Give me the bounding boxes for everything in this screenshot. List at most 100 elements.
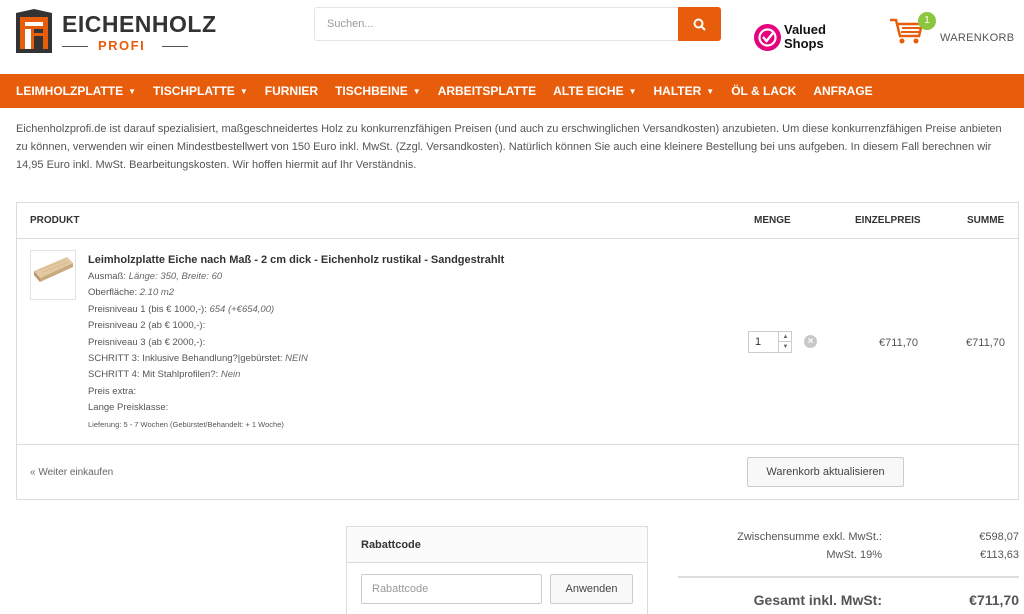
logo-name: EICHENHOLZ [62,11,217,37]
nav-item-label: ARBEITSPLATTE [437,84,537,98]
site-logo[interactable]: EICHENHOLZ PROFI [16,9,216,57]
valued-shops-icon [754,24,781,51]
logo-line-right [162,46,188,47]
nav-item-tischplatte[interactable]: TISCHPLATTE ▼ [153,84,248,98]
product-attribute: Lange Preisklasse: [88,400,648,416]
product-attribute: Ausmaß: Länge: 350, Breite: 60 [88,269,648,285]
update-cart-button[interactable]: Warenkorb aktualisieren [747,457,904,487]
intro-text: Eichenholzprofi.de ist darauf spezialisi… [16,123,1002,171]
col-header-product: PRODUKT [30,215,80,226]
nav-item-halter[interactable]: HALTER ▼ [654,84,715,98]
valued-shops-text: Valued Shops [784,23,826,51]
apply-coupon-button[interactable]: Anwenden [550,574,633,604]
logo-line-left [62,46,88,47]
coupon-header: Rabattcode [347,527,647,563]
qty-up-arrow-icon[interactable]: ▲ [778,332,792,342]
col-header-unit-price: EINZELPREIS [855,215,921,226]
line-sum: €711,70 [966,337,1005,349]
attribute-label: SCHRITT 3: Inklusive Behandlung?|gebürst… [88,353,286,365]
product-attributes: Ausmaß: Länge: 350, Breite: 60 Oberfläche… [88,269,648,433]
quantity-input[interactable] [749,332,777,352]
nav-item-label: ÖL & LACK [731,84,797,98]
wood-board-image [34,257,73,282]
subtotal-label: Zwischensumme exkl. MwSt.: [737,531,882,543]
attribute-value: Länge: 350, Breite: 60 [128,271,223,282]
caret-down-icon: ▼ [706,87,715,96]
attribute-value: 2.10 m2 [139,287,175,299]
valued-line1: Valued [784,22,826,37]
vat-value: €113,63 [980,549,1019,561]
logo-sub-row: PROFI [62,38,197,54]
subtotal-value: €598,07 [979,531,1019,543]
caret-down-icon: ▼ [628,87,637,96]
grand-total-value: €711,70 [969,592,1019,608]
continue-shopping-link[interactable]: « Weiter einkaufen [30,467,113,478]
search-button[interactable] [678,7,721,41]
coupon-input[interactable] [361,574,542,604]
product-attribute: Preisniveau 1 (bis € 1000,-): 654 (+€654… [88,302,648,318]
product-attribute: SCHRITT 3: Inklusive Behandlung?|gebürst… [88,351,648,367]
attribute-label: Oberfläche: [88,287,140,299]
nav-item-leimholzplatte[interactable]: LEIMHOLZPLATTE ▼ [16,84,136,98]
vat-label: MwSt. 19% [826,549,882,561]
site-header: EICHENHOLZ PROFI Valued Shops [0,0,1024,74]
row-divider [17,238,1018,239]
grand-total-label: Gesamt inkl. MwSt: [753,592,882,608]
product-thumbnail[interactable] [30,250,76,300]
cart-count-badge: 1 [918,12,936,30]
col-header-sum: SUMME [967,215,1005,226]
coupon-title: Rabattcode [361,539,421,551]
attribute-label: Preisniveau 1 (bis € 1000,-): [88,303,210,315]
product-attribute: SCHRITT 4: Mit Stahlprofilen?: Nein [88,367,648,383]
attribute-value: NEIN [285,353,308,365]
search-bar [314,7,721,41]
main-nav: LEIMHOLZPLATTE ▼ TISCHPLATTE ▼ FURNIER TISCHB… [0,74,1024,108]
logo-sub: PROFI [98,38,146,53]
caret-down-icon: ▼ [412,87,421,96]
valued-shops-badge[interactable]: Valued Shops [754,22,844,54]
nav-item-label: TISCHBEINE [335,84,408,98]
valued-line2: Shops [784,36,824,51]
totals-divider [678,576,1019,578]
cart-table: PRODUKT MENGE EINZELPREIS SUMME Leimholz… [16,202,1019,500]
nav-item-furnier[interactable]: FURNIER [265,84,318,98]
attribute-label: Ausmaß: [88,271,129,282]
search-icon [693,18,706,31]
nav-item-label: ALTE EICHE [553,84,624,98]
attribute-label: SCHRITT 4: Mit Stahlprofilen?: [88,369,221,381]
caret-down-icon: ▼ [128,87,137,96]
cart-label: WARENKORB [940,32,1015,44]
coupon-box: Rabattcode Anwenden [346,526,648,614]
attribute-label: Preis extra: [88,385,137,397]
nav-item-alte-eiche[interactable]: ALTE EICHE ▼ [553,84,636,98]
attribute-label: Preisniveau 3 (ab € 2000,-): [88,336,206,348]
attribute-label: Lange Preisklasse: [88,402,169,414]
product-attribute: Preisniveau 3 (ab € 2000,-): [88,335,648,351]
cart-link[interactable]: 1 WARENKORB [889,12,1019,48]
quantity-stepper[interactable]: ▲ ▼ [748,331,792,353]
nav-item-label: ANFRAGE [813,84,873,98]
nav-item-label: HALTER [653,84,702,98]
nav-item-label: LEIMHOLZPLATTE [16,84,124,98]
attribute-value: Nein [220,369,241,381]
attribute-label: Lieferung: 5 - 7 Wochen (Gebürstet/Behan… [88,419,284,429]
product-attribute: Preisniveau 2 (ab € 1000,-): [88,318,648,334]
search-input[interactable] [314,7,678,41]
nav-item-öl-lack[interactable]: ÖL & LACK [731,84,796,98]
col-header-qty: MENGE [754,215,791,226]
product-attribute: Lieferung: 5 - 7 Wochen (Gebürstet/Behan… [88,417,648,433]
nav-item-tischbeine[interactable]: TISCHBEINE ▼ [335,84,421,98]
attribute-value: 654 (+€654,00) [209,303,275,315]
nav-item-label: FURNIER [264,84,319,98]
product-title-link[interactable]: Leimholzplatte Eiche nach Maß - 2 cm dic… [88,254,504,266]
attribute-label: Preisniveau 2 (ab € 1000,-): [88,320,206,332]
logo-mark-icon [16,9,52,53]
qty-down-arrow-icon[interactable]: ▼ [778,342,792,352]
unit-price: €711,70 [879,337,918,349]
nav-item-arbeitsplatte[interactable]: ARBEITSPLATTE [438,84,536,98]
nav-item-anfrage[interactable]: ANFRAGE [813,84,872,98]
nav-list: LEIMHOLZPLATTE ▼ TISCHPLATTE ▼ FURNIER TISCHB… [16,74,890,108]
remove-item-icon[interactable]: × [804,335,817,348]
caret-down-icon: ▼ [239,87,248,96]
row-divider [17,444,1018,445]
